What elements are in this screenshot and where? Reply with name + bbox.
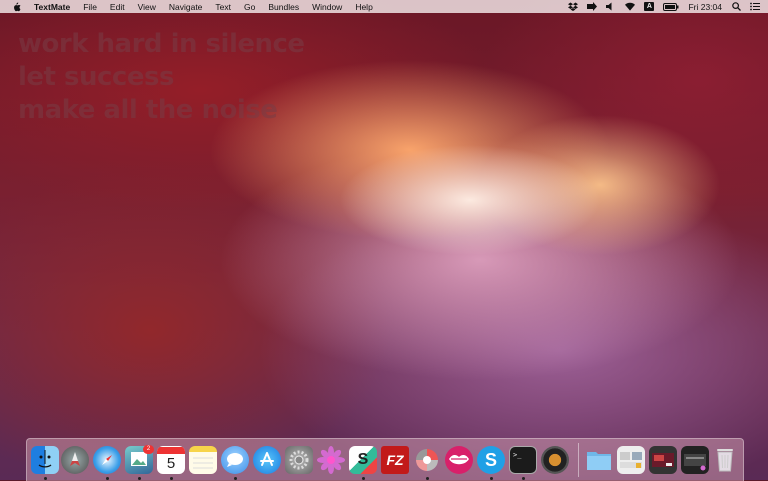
- speaker-app-icon[interactable]: [541, 446, 569, 474]
- apple-menu-icon[interactable]: [11, 1, 22, 12]
- status-area: A Fri 23:04: [568, 0, 760, 13]
- input-source-icon[interactable]: A: [644, 2, 655, 11]
- calendar-header: [157, 446, 185, 454]
- trash-icon[interactable]: [711, 446, 739, 474]
- quote-line-2: let success: [18, 62, 174, 92]
- folder-stack-icon[interactable]: [585, 446, 613, 474]
- menu-view[interactable]: View: [138, 2, 156, 12]
- dock: 2 5 S FZ S >_: [26, 438, 744, 481]
- app-store-icon[interactable]: [253, 446, 281, 474]
- terminal-icon[interactable]: >_: [509, 446, 537, 474]
- preview-badge: 2: [143, 445, 154, 454]
- skype-icon[interactable]: S: [477, 446, 505, 474]
- arrow-icon[interactable]: [587, 2, 598, 11]
- menu-bundles[interactable]: Bundles: [268, 2, 299, 12]
- filezilla-icon[interactable]: FZ: [381, 446, 409, 474]
- menu-edit[interactable]: Edit: [110, 2, 125, 12]
- screenshot-stack-icon[interactable]: [649, 446, 677, 474]
- slides-app-letter: S: [357, 451, 369, 468]
- documents-stack-icon[interactable]: [617, 446, 645, 474]
- pinwheel-app-icon[interactable]: [413, 446, 441, 474]
- lips-app-icon[interactable]: [445, 446, 473, 474]
- wifi-icon[interactable]: [625, 2, 636, 11]
- menu-go[interactable]: Go: [244, 2, 255, 12]
- calendar-icon[interactable]: 5: [157, 446, 185, 474]
- safari-icon[interactable]: [93, 446, 121, 474]
- menubar-clock[interactable]: Fri 23:04: [688, 2, 722, 12]
- launchpad-icon[interactable]: [61, 446, 89, 474]
- notes-icon[interactable]: [189, 446, 217, 474]
- downloads-stack-icon[interactable]: [681, 446, 709, 474]
- notification-list-icon[interactable]: [750, 2, 760, 11]
- menu-help[interactable]: Help: [355, 2, 372, 12]
- terminal-prompt: >_: [513, 451, 522, 459]
- menu-file[interactable]: File: [83, 2, 97, 12]
- wallpaper-quote: work hard in silence let success make al…: [18, 28, 305, 127]
- dock-separator: [578, 443, 579, 477]
- volume-icon[interactable]: [606, 2, 616, 11]
- menu-navigate[interactable]: Navigate: [169, 2, 203, 12]
- system-preferences-icon[interactable]: [285, 446, 313, 474]
- skype-letter: S: [484, 449, 497, 470]
- menu-bar: TextMate File Edit View Navigate Text Go…: [0, 0, 768, 13]
- input-source-label: A: [646, 3, 652, 10]
- search-icon[interactable]: [731, 2, 741, 11]
- flower-app-icon[interactable]: [317, 446, 345, 474]
- quote-line-1: work hard in silence: [18, 29, 305, 59]
- slides-app-icon[interactable]: S: [349, 446, 377, 474]
- menu-window[interactable]: Window: [312, 2, 342, 12]
- finder-icon[interactable]: [31, 446, 59, 474]
- dropbox-icon[interactable]: [568, 2, 579, 11]
- filezilla-label: FZ: [386, 452, 404, 468]
- calendar-day: 5: [166, 454, 176, 472]
- app-menu-textmate[interactable]: TextMate: [34, 2, 70, 12]
- battery-icon[interactable]: [663, 2, 679, 11]
- quote-line-3: make all the noise: [18, 95, 278, 125]
- preview-icon[interactable]: 2: [125, 445, 154, 474]
- messages-icon[interactable]: [221, 446, 249, 474]
- menu-text[interactable]: Text: [215, 2, 231, 12]
